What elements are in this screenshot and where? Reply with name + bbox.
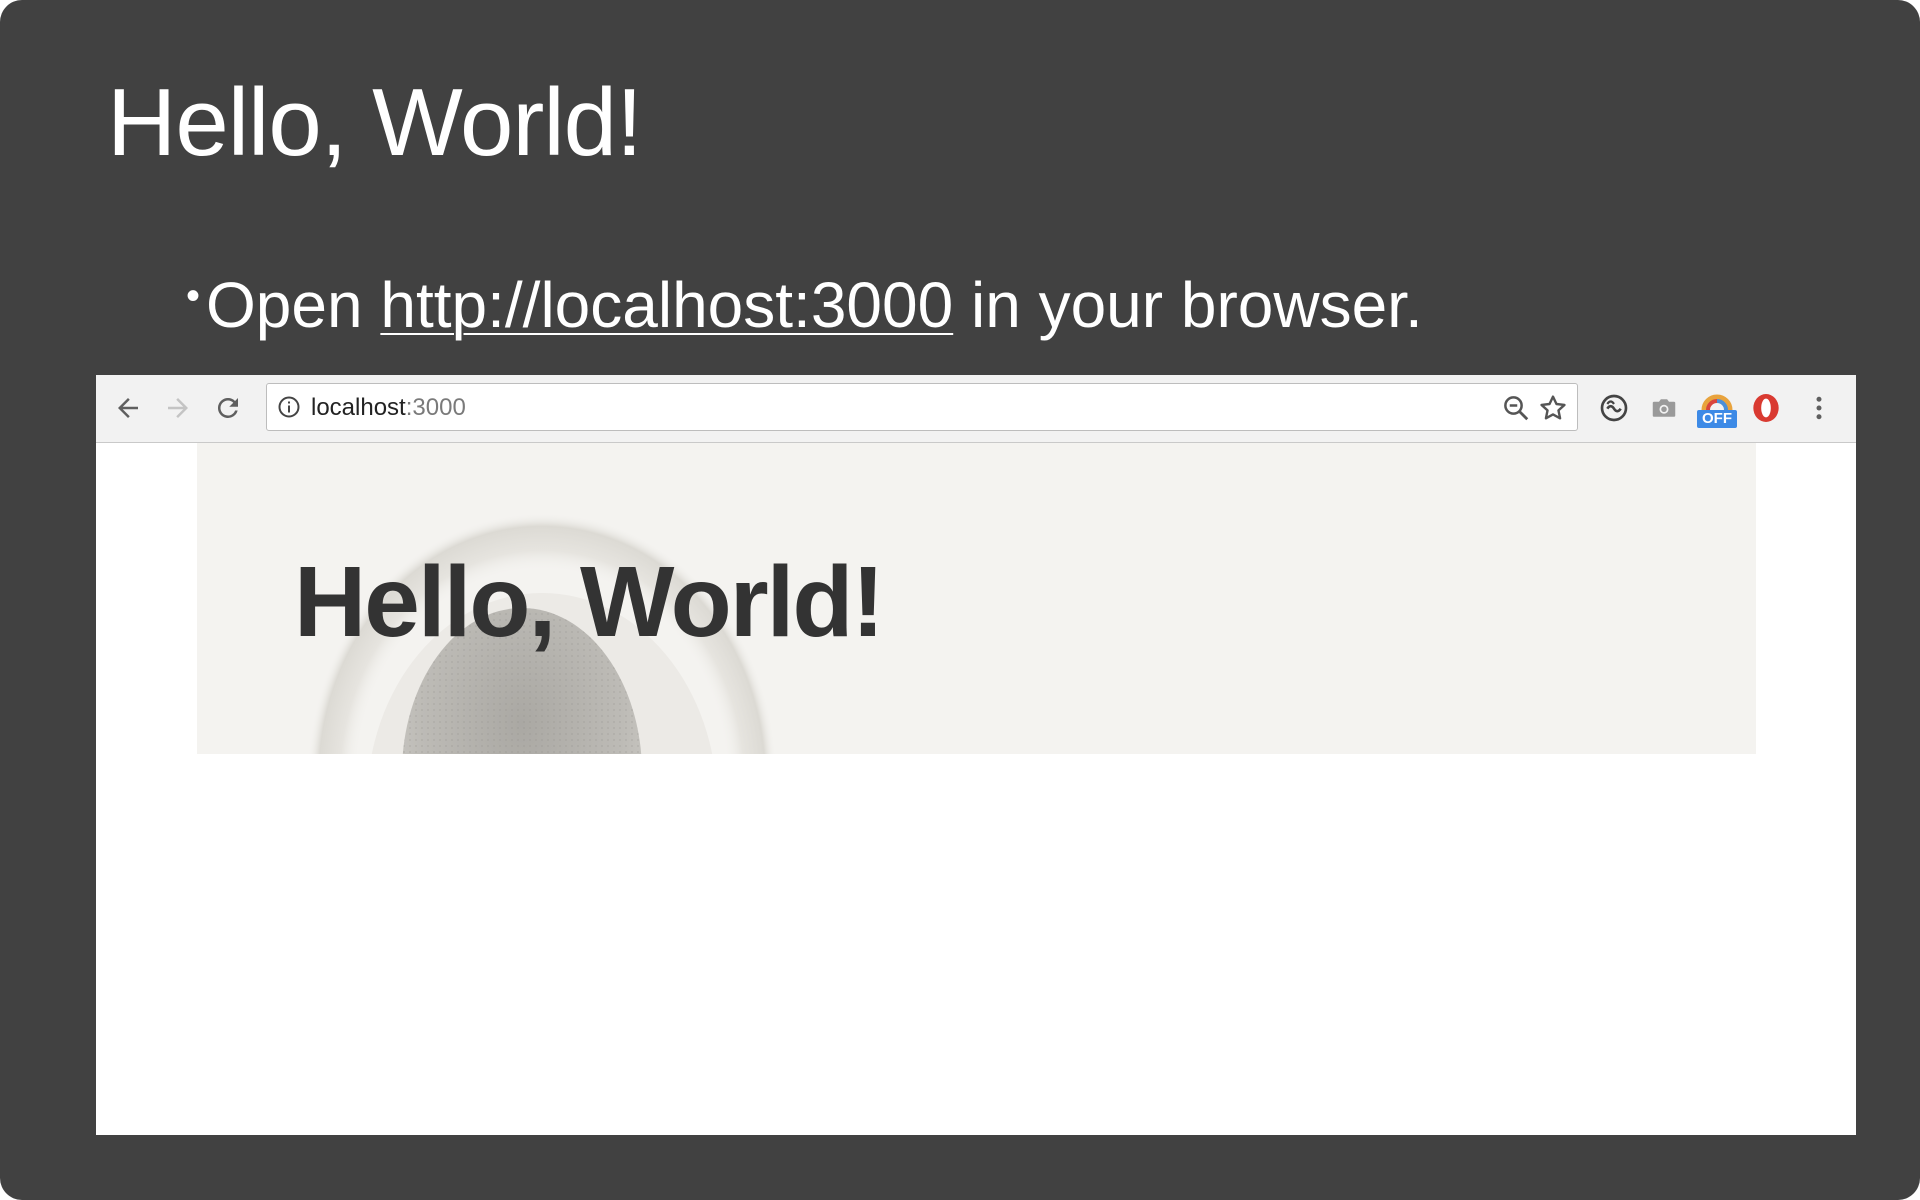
localhost-link[interactable]: http://localhost:3000: [380, 269, 953, 341]
opera-icon: [1753, 394, 1779, 422]
page-viewport: Hello, World!: [96, 443, 1856, 1135]
address-port: :3000: [405, 394, 466, 421]
browser-menu-button[interactable]: [1801, 390, 1837, 426]
bullet-suffix: in your browser.: [953, 269, 1423, 341]
address-url[interactable]: localhost:3000: [311, 394, 466, 422]
arrow-left-icon: [118, 398, 138, 418]
bullet-marker: •: [186, 274, 201, 318]
zoom-out-icon[interactable]: [1501, 393, 1531, 423]
browser-toolbar: localhost:3000 OFF: [96, 375, 1856, 443]
extension-off-label: OFF: [1697, 410, 1737, 428]
hero-banner: Hello, World!: [197, 443, 1756, 754]
camera-icon: [1652, 399, 1676, 417]
more-vertical-icon: [1816, 396, 1822, 420]
bullet-item: •Open http://localhost:3000 in your brow…: [186, 258, 1423, 343]
sync-icon: [1600, 394, 1628, 422]
opera-button[interactable]: [1748, 390, 1784, 426]
forward-button[interactable]: [160, 390, 196, 426]
back-button[interactable]: [110, 390, 146, 426]
page-heading: Hello, World!: [294, 546, 885, 658]
address-bar[interactable]: localhost:3000: [266, 383, 1578, 431]
sync-button[interactable]: [1596, 390, 1632, 426]
extension-off-button[interactable]: OFF: [1696, 388, 1738, 430]
reload-icon: [217, 397, 238, 418]
reload-button[interactable]: [210, 390, 246, 426]
camera-button[interactable]: [1646, 390, 1682, 426]
star-icon[interactable]: [1537, 392, 1569, 424]
info-icon[interactable]: [277, 395, 301, 419]
browser-window: localhost:3000 OFF Hello, World!: [96, 375, 1856, 1135]
slide: Hello, World! •Open http://localhost:300…: [0, 0, 1920, 1200]
slide-title: Hello, World!: [107, 69, 643, 176]
address-host: localhost: [311, 394, 406, 421]
arrow-right-icon: [168, 398, 188, 418]
bullet-prefix: Open: [206, 269, 381, 341]
